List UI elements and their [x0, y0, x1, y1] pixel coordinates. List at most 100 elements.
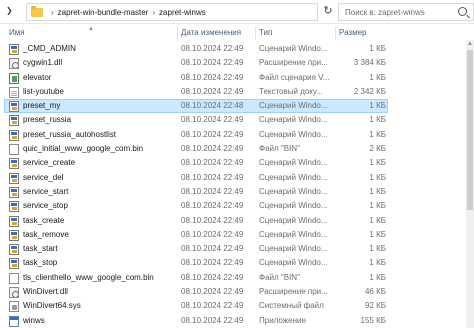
column-header-date[interactable]: Дата изменения [178, 26, 256, 40]
file-date: 08.10.2024 22:49 [181, 272, 244, 282]
file-name: preset_my [23, 101, 61, 111]
batch-file-icon [9, 229, 19, 241]
file-type: Сценарий Windo... [259, 172, 328, 182]
file-row[interactable]: service_create 08.10.2024 22:49 Сценарий W… [0, 156, 474, 170]
file-row[interactable]: _CMD_ADMIN 08.10.2024 22:49 Сценарий Windo… [0, 42, 474, 56]
file-row[interactable]: task_start 08.10.2024 22:49 Сценарий Windo… [0, 242, 474, 256]
file-date: 08.10.2024 22:49 [181, 229, 244, 239]
file-row[interactable]: elevator 08.10.2024 22:49 Файл сценария V.… [0, 71, 474, 85]
application-icon [9, 315, 19, 327]
file-row[interactable]: service_stop 08.10.2024 22:49 Сценарий Win… [0, 199, 474, 213]
batch-file-icon [9, 158, 19, 170]
file-name: WinDivert64.sys [23, 301, 81, 311]
file-row[interactable]: preset_my 08.10.2024 22:48 Сценарий Windo.… [0, 99, 474, 114]
address-bar[interactable]: › zapret-win-bundle-master › zapret-winw… [26, 3, 318, 21]
file-type: Сценарий Windo... [259, 244, 328, 254]
column-header-type[interactable]: Тип [256, 26, 336, 40]
file-row[interactable]: tls_clienthello_www_google_com.bin 08.10.… [0, 271, 474, 285]
file-date: 08.10.2024 22:49 [181, 115, 244, 125]
file-type: Файл "BIN" [259, 272, 300, 282]
search-input[interactable]: Поиск в: zapret-winws [338, 3, 474, 21]
batch-file-icon [9, 201, 19, 213]
file-type: Сценарий Windo... [259, 215, 328, 225]
file-size: 46 КБ [364, 287, 386, 297]
file-row[interactable]: WinDivert.dll 08.10.2024 22:49 Расширение … [0, 285, 474, 299]
file-row[interactable]: task_remove 08.10.2024 22:49 Сценарий Wind… [0, 228, 474, 242]
file-name: _CMD_ADMIN [23, 44, 76, 53]
folder-icon [31, 5, 43, 17]
file-size: 1 КБ [369, 44, 386, 53]
file-date: 08.10.2024 22:49 [181, 258, 244, 268]
file-row[interactable]: preset_russia_autohostlist 08.10.2024 22:… [0, 128, 474, 142]
file-name: tls_clienthello_www_google_com.bin [23, 272, 154, 282]
scrollbar-thumb[interactable] [467, 50, 473, 210]
file-date: 08.10.2024 22:49 [181, 244, 244, 254]
file-row[interactable]: task_create 08.10.2024 22:49 Сценарий Wind… [0, 214, 474, 228]
file-name: service_create [23, 158, 76, 168]
search-placeholder: Поиск в: zapret-winws [345, 7, 425, 17]
file-row[interactable]: cygwin1.dll 08.10.2024 22:49 Расширение пр… [0, 56, 474, 70]
file-row[interactable]: service_start 08.10.2024 22:49 Сценарий Wi… [0, 185, 474, 199]
sys-file-icon [9, 301, 19, 313]
file-type: Расширение при... [259, 58, 328, 68]
file-type: Сценарий Windo... [259, 129, 328, 139]
breadcrumb-item[interactable]: zapret-win-bundle-master [58, 8, 149, 17]
sort-up-icon: ▲ [88, 26, 94, 32]
file-date: 08.10.2024 22:49 [181, 315, 244, 325]
batch-file-icon [9, 101, 19, 113]
file-row[interactable]: WinDivert64.sys 08.10.2024 22:49 Системный… [0, 299, 474, 313]
file-date: 08.10.2024 22:49 [181, 144, 244, 154]
file-row[interactable]: task_stop 08.10.2024 22:49 Сценарий Windo.… [0, 256, 474, 270]
file-size: 1 КБ [369, 201, 386, 211]
file-date: 08.10.2024 22:49 [181, 186, 244, 196]
search-icon[interactable] [458, 7, 467, 16]
file-name: quic_initial_www_google_com.bin [23, 144, 144, 154]
file-row[interactable]: service_del 08.10.2024 22:49 Сценарий Wind… [0, 171, 474, 185]
file-size: 1 КБ [369, 244, 386, 254]
nav-chevron-icon[interactable]: ❯ [6, 6, 13, 15]
file-name: task_stop [23, 258, 58, 268]
scroll-up-arrow-icon[interactable]: ▲ [466, 40, 474, 48]
file-type: Сценарий Windo... [259, 101, 328, 111]
file-date: 08.10.2024 22:49 [181, 129, 244, 139]
column-header-size[interactable]: Размер [336, 26, 392, 40]
file-name: task_start [23, 244, 58, 254]
file-date: 08.10.2024 22:49 [181, 215, 244, 225]
file-size: 1 КБ [369, 72, 386, 82]
file-row[interactable]: winws 08.10.2024 22:49 Приложение 155 КБ [0, 314, 474, 328]
file-type: Сценарий Windo... [259, 186, 328, 196]
file-date: 08.10.2024 22:49 [181, 158, 244, 168]
file-type: Сценарий Windo... [259, 258, 328, 268]
breadcrumb-separator-icon[interactable]: › [152, 8, 155, 17]
batch-file-icon [9, 186, 19, 198]
file-size: 3 384 КБ [353, 58, 386, 68]
file-name: elevator [23, 72, 52, 82]
dll-file-icon [9, 287, 19, 299]
file-size: 92 КБ [364, 301, 386, 311]
file-type: Файл "BIN" [259, 144, 300, 154]
file-name: winws [23, 315, 45, 325]
file-date: 08.10.2024 22:49 [181, 86, 244, 96]
batch-file-icon [9, 129, 19, 141]
refresh-icon[interactable]: ↻ [322, 4, 334, 18]
file-row[interactable]: quic_initial_www_google_com.bin 08.10.202… [0, 142, 474, 156]
file-row[interactable]: list-youtube 08.10.2024 22:49 Текстовый до… [0, 85, 474, 99]
file-size: 1 КБ [369, 115, 386, 125]
file-type: Приложение [259, 315, 306, 325]
file-name: task_create [23, 215, 65, 225]
file-date: 08.10.2024 22:49 [181, 72, 244, 82]
text-file-icon [9, 86, 19, 98]
address-bar-area: ❯ › zapret-win-bundle-master › zapret-wi… [0, 0, 474, 24]
file-size: 2 342 КБ [353, 86, 386, 96]
file-size: 1 КБ [369, 258, 386, 268]
file-date: 08.10.2024 22:49 [181, 201, 244, 211]
batch-file-icon [9, 172, 19, 184]
breadcrumb-item[interactable]: zapret-winws [159, 8, 206, 17]
breadcrumb-separator-icon[interactable]: › [51, 8, 54, 17]
file-type: Сценарий Windo... [259, 229, 328, 239]
file-row[interactable]: preset_russia 08.10.2024 22:49 Сценарий Wi… [0, 113, 474, 127]
file-date: 08.10.2024 22:49 [181, 44, 244, 53]
file-date: 08.10.2024 22:49 [181, 58, 244, 68]
file-size: 1 КБ [369, 186, 386, 196]
dll-file-icon [9, 58, 19, 70]
